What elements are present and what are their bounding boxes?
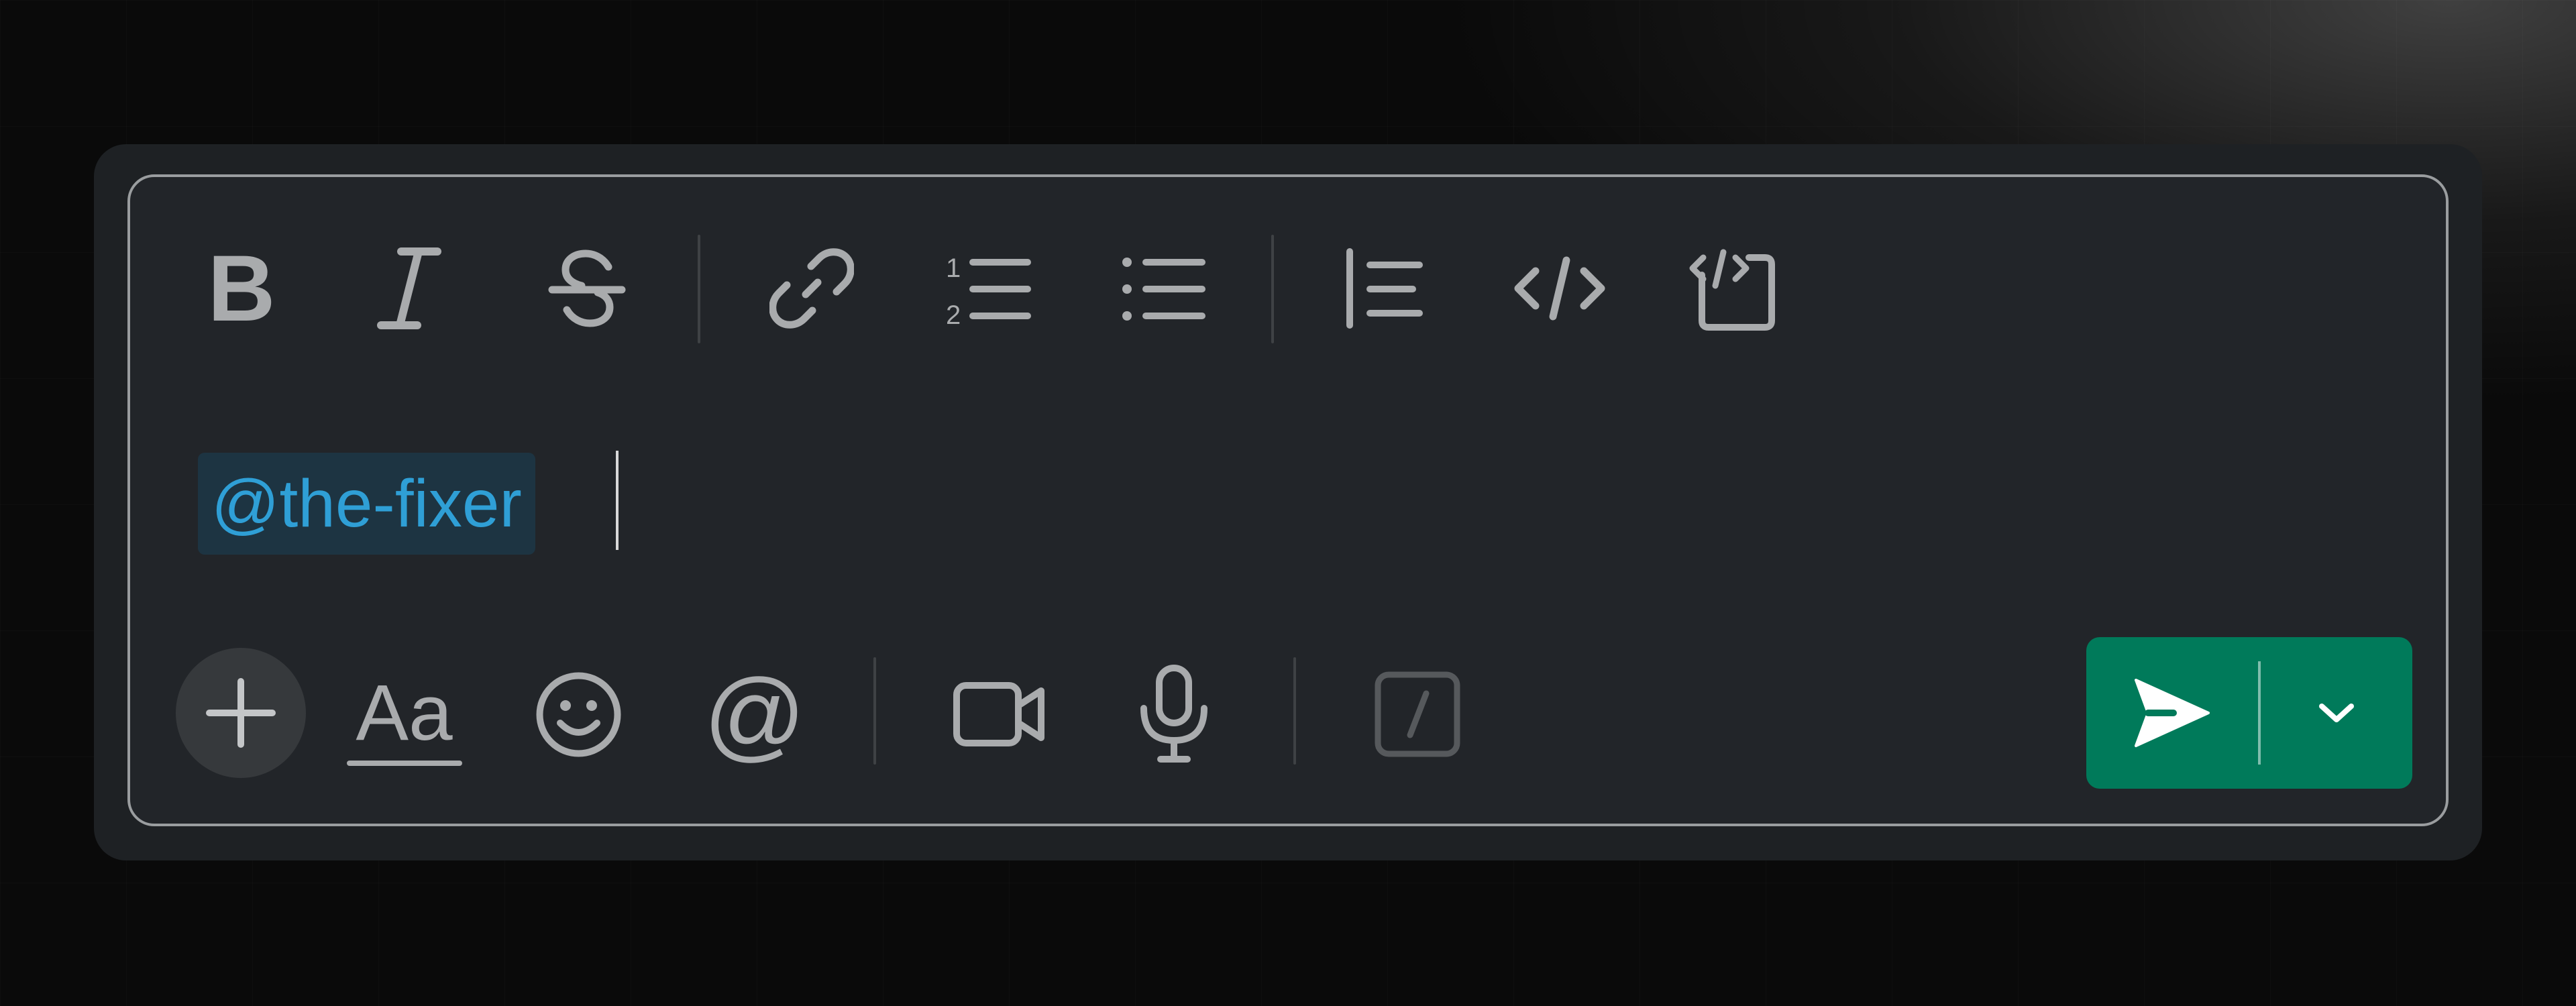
strikethrough-icon <box>548 249 626 327</box>
strikethrough-button[interactable] <box>543 245 631 332</box>
bold-icon: B <box>207 235 276 341</box>
plus-icon <box>206 678 276 748</box>
code-icon <box>1514 256 1605 321</box>
shortcuts-button[interactable] <box>1374 671 1461 758</box>
emoji-button[interactable] <box>533 669 624 760</box>
format-underline <box>346 760 462 766</box>
smiley-icon <box>536 672 621 757</box>
microphone-icon <box>1140 665 1208 763</box>
link-button[interactable] <box>768 245 855 332</box>
ordered-list-number: 1 <box>946 254 961 283</box>
link-icon <box>769 248 854 329</box>
at-sign-icon: @ <box>703 658 806 771</box>
chevron-down-icon <box>2319 704 2354 722</box>
ordered-list-button[interactable]: 1 2 <box>939 245 1033 332</box>
send-button-group <box>2086 637 2412 789</box>
attach-button[interactable] <box>176 648 306 778</box>
italic-icon <box>377 247 441 329</box>
bold-button[interactable]: B <box>195 238 288 339</box>
bullet-list-button[interactable] <box>1117 245 1208 332</box>
paper-plane-icon <box>2135 679 2210 747</box>
ordered-list-icon: 1 2 <box>946 254 1031 330</box>
ordered-list-number: 2 <box>946 300 961 330</box>
actions-divider <box>873 657 876 765</box>
code-button[interactable] <box>1513 252 1607 325</box>
blockquote-icon <box>1346 248 1423 329</box>
mention-button[interactable]: @ <box>704 664 806 765</box>
text-format-icon: Aa <box>356 668 453 757</box>
blockquote-button[interactable] <box>1338 245 1429 332</box>
send-options-button[interactable] <box>2261 637 2412 789</box>
video-clip-button[interactable] <box>953 671 1046 758</box>
code-block-icon <box>1689 249 1775 331</box>
toolbar-divider <box>1271 235 1274 343</box>
send-button[interactable] <box>2086 637 2258 789</box>
text-cursor <box>616 451 619 550</box>
actions-divider <box>1293 657 1296 765</box>
bullet-list-icon <box>1122 258 1205 321</box>
video-camera-icon <box>953 682 1044 746</box>
code-block-button[interactable] <box>1687 248 1781 332</box>
italic-button[interactable] <box>369 238 449 339</box>
toolbar-divider <box>698 235 700 343</box>
audio-clip-button[interactable] <box>1137 664 1211 765</box>
formatting-toggle-button[interactable]: Aa <box>345 667 463 771</box>
slash-command-icon <box>1375 671 1460 757</box>
mention-chip[interactable]: @the-fixer <box>198 453 535 555</box>
